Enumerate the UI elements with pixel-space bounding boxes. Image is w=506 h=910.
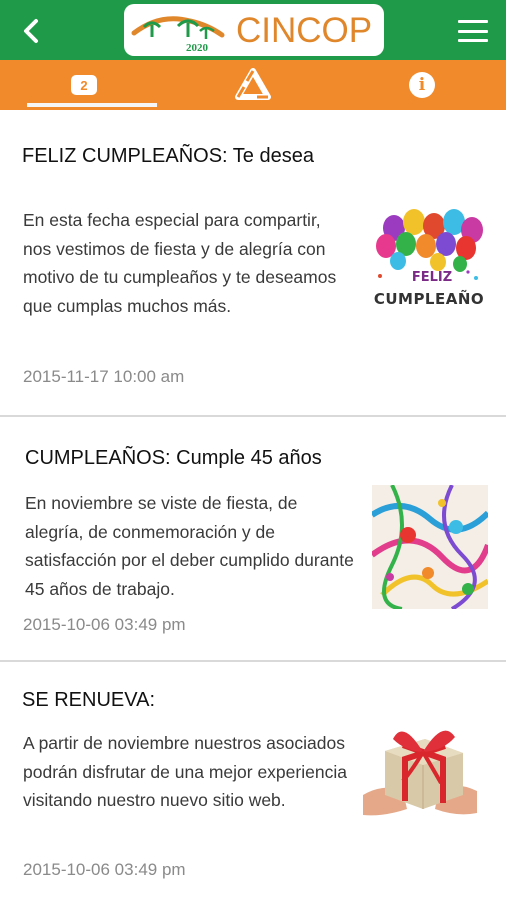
notification-badge: 2 — [71, 75, 97, 95]
back-button[interactable] — [14, 14, 48, 48]
active-tab-indicator — [27, 103, 157, 107]
recycle-triangle-icon — [235, 68, 271, 100]
gift-box-image — [363, 699, 477, 823]
post-date: 2015-11-17 10:00 am — [23, 367, 185, 386]
app-bar: 2020 CINCOP — [0, 0, 506, 60]
list-item[interactable]: SE RENUEVA: A partir de noviembre nuestr… — [0, 662, 506, 910]
list-item[interactable]: FELIZ CUMPLEAÑOS: Te desea En esta fecha… — [0, 110, 506, 417]
logo-year: 2020 — [186, 42, 209, 53]
post-body: En esta fecha especial para compartir, n… — [23, 210, 337, 316]
hamburger-menu-icon — [458, 20, 488, 23]
post-title: SE RENUEVA: — [22, 689, 155, 711]
party-streamers-image — [372, 485, 488, 609]
list-item[interactable]: CUMPLEAÑOS: Cumple 45 años En noviembre … — [0, 417, 506, 662]
logo-mark-icon: 2020 — [131, 16, 225, 53]
info-icon: i — [409, 72, 435, 98]
post-body: En noviembre se viste de fiesta, de aleg… — [25, 493, 354, 599]
post-body: A partir de noviembre nuestros asociados… — [23, 733, 347, 810]
tab-info[interactable]: i — [338, 60, 506, 110]
image-caption-feliz: FELIZ — [411, 270, 453, 285]
post-title: CUMPLEAÑOS: Cumple 45 años — [25, 447, 322, 469]
menu-button[interactable] — [458, 20, 488, 42]
post-date: 2015-10-06 03:49 pm — [23, 860, 186, 879]
news-feed: FELIZ CUMPLEAÑOS: Te desea En esta fecha… — [0, 110, 506, 910]
balloons-birthday-image: FELIZ CUMPLEAÑO — [368, 206, 490, 326]
brand-logo: 2020 CINCOP — [124, 4, 384, 56]
chevron-left-icon — [24, 19, 38, 43]
tab-home[interactable] — [169, 60, 337, 110]
post-title: FELIZ CUMPLEAÑOS: Te desea — [22, 145, 314, 167]
logo-text: CINCOP — [236, 11, 373, 50]
post-date: 2015-10-06 03:49 pm — [23, 615, 186, 634]
image-caption-cumpleanos: CUMPLEAÑO — [373, 290, 485, 308]
